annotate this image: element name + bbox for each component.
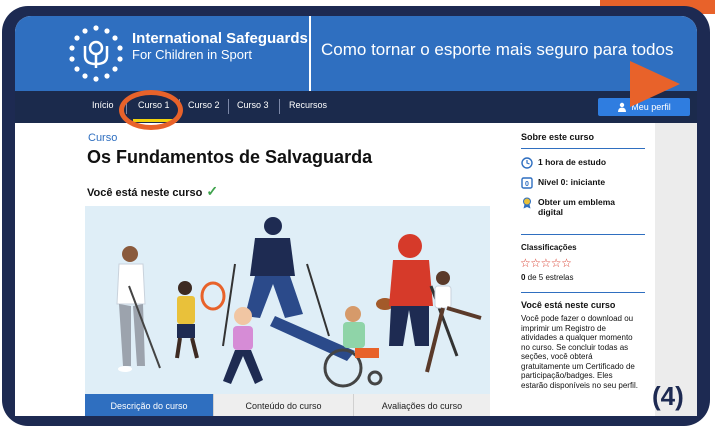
org-name: International Safeguards For Children in… — [132, 30, 308, 62]
rating-count: 0 de 5 estrelas — [521, 273, 573, 282]
enrolled-status: Você está neste curso ✓ — [87, 183, 218, 200]
badge-icon — [523, 197, 531, 209]
nav-separator — [228, 99, 229, 114]
badge-row: Obter um emblema digital — [521, 197, 615, 217]
badge-text-line2: digital — [538, 207, 564, 217]
star-icon: ☆ — [540, 256, 552, 270]
enrolled-heading: Você está neste curso — [521, 300, 616, 310]
device-frame: International Safeguards For Children in… — [2, 6, 710, 426]
clock-icon — [521, 157, 533, 169]
hero-illustration — [85, 206, 490, 394]
browser-screen: International Safeguards For Children in… — [15, 16, 697, 416]
divider — [521, 234, 645, 235]
rating-count-suffix: de 5 estrelas — [525, 273, 574, 282]
org-name-line2: For Children in Sport — [132, 47, 252, 62]
main-nav: Início Curso 1 Curso 2 Curso 3 Recursos — [15, 91, 697, 123]
nav-item-inicio[interactable]: Início — [92, 100, 114, 110]
divider — [521, 148, 645, 149]
org-name-line1: International Safeguards — [132, 30, 308, 47]
header-divider — [309, 16, 311, 91]
sidebar-gutter — [655, 123, 697, 416]
checkmark-icon: ✓ — [206, 183, 219, 199]
logo-icon — [69, 25, 123, 82]
star-icon: ☆ — [520, 256, 531, 270]
tab-course-content[interactable]: Conteúdo do curso — [213, 394, 353, 416]
enrolled-status-text: Você está neste curso — [87, 187, 203, 199]
highlight-circle — [119, 90, 183, 130]
nav-item-recursos[interactable]: Recursos — [289, 100, 327, 110]
breadcrumb[interactable]: Curso — [88, 132, 117, 144]
badge-text-line1: Obter um emblema — [538, 197, 615, 207]
course-sidebar: Sobre este curso 1 hora de estudo 0 Níve… — [513, 123, 655, 416]
nav-item-curso-3[interactable]: Curso 3 — [237, 100, 269, 110]
step-label: (4) — [652, 381, 684, 411]
user-icon — [618, 102, 627, 112]
divider — [521, 292, 645, 293]
svg-text:0: 0 — [525, 181, 529, 188]
enrolled-description: Você pode fazer o download ou imprimir u… — [521, 314, 638, 390]
level-icon: 0 — [521, 177, 533, 189]
course-tabs: Descrição do curso Conteúdo do curso Ava… — [85, 394, 490, 416]
page-title: Os Fundamentos de Salvaguarda — [87, 147, 373, 167]
star-icon: ☆ — [530, 256, 541, 270]
duration-text: 1 hora de estudo — [538, 157, 607, 167]
tab-course-description[interactable]: Descrição do curso — [85, 394, 213, 416]
pointer-arrow-icon — [630, 61, 680, 107]
level-text: Nível 0: iniciante — [538, 177, 606, 187]
duration-row: 1 hora de estudo — [521, 157, 606, 169]
star-icon: ☆ — [561, 256, 572, 270]
ratings-heading: Classificações — [521, 243, 577, 252]
star-rating: ☆☆☆☆☆ — [520, 256, 572, 270]
about-heading: Sobre este curso — [521, 132, 595, 142]
site-header: International Safeguards For Children in… — [15, 16, 697, 91]
nav-item-curso-2[interactable]: Curso 2 — [188, 100, 220, 110]
site-tagline: Como tornar o esporte mais seguro para t… — [321, 40, 674, 59]
level-row: 0 Nível 0: iniciante — [521, 177, 605, 189]
nav-separator — [279, 99, 280, 114]
tab-course-reviews[interactable]: Avaliações do curso — [353, 394, 490, 416]
star-icon: ☆ — [550, 256, 562, 270]
